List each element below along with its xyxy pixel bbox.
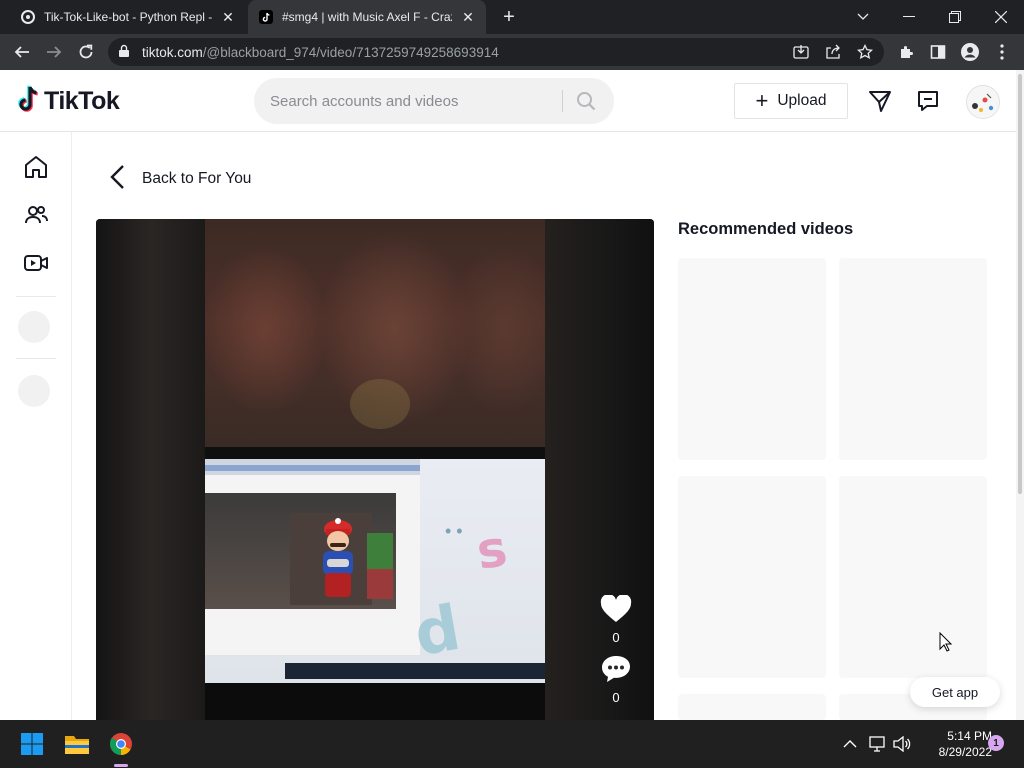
video-monitor-taskbar [285, 663, 545, 679]
video-dots-decoration: • • [445, 521, 463, 541]
sidebar-account-placeholder[interactable] [18, 375, 50, 407]
recommended-videos-title: Recommended videos [678, 220, 854, 238]
windows-start-icon[interactable] [16, 728, 48, 760]
video-letter-decoration: d [408, 590, 466, 671]
search-input[interactable] [270, 90, 550, 112]
clock-date: 8/29/2022 [938, 745, 992, 759]
windows-taskbar: 5:14 PM 8/29/2022 [0, 720, 1024, 768]
recommended-video-placeholder[interactable] [839, 258, 987, 460]
replit-favicon-icon [20, 9, 36, 25]
video-blur-left [96, 219, 205, 720]
messages-send-icon[interactable] [867, 88, 893, 114]
mario-figure-icon [323, 518, 353, 597]
notification-badge[interactable]: 1 [988, 735, 1004, 751]
heart-icon [600, 594, 632, 626]
left-sidebar [0, 132, 72, 720]
reload-icon[interactable] [74, 40, 98, 64]
avatar[interactable] [966, 85, 1000, 119]
home-icon[interactable] [22, 153, 50, 181]
video-inner-thumbnail [205, 493, 396, 609]
get-app-button[interactable]: Get app [910, 677, 1000, 707]
url-text: tiktok.com/@blackboard_974/video/7137259… [142, 45, 499, 60]
recommended-video-placeholder[interactable] [678, 258, 826, 460]
comment-bubble-icon [601, 655, 631, 686]
logo-wordmark: TikTok [44, 87, 120, 115]
forward-arrow-icon[interactable] [42, 40, 66, 64]
search-bar [254, 78, 614, 124]
kebab-menu-icon[interactable] [992, 42, 1012, 62]
file-explorer-icon[interactable] [61, 728, 93, 760]
mouse-pointer-icon [939, 631, 953, 657]
tab-close-icon[interactable]: ✕ [460, 9, 476, 25]
following-users-icon[interactable] [22, 201, 50, 229]
tab-title: Tik-Tok-Like-bot - Python Repl - [44, 10, 213, 24]
video-player[interactable]: • • s d [96, 219, 654, 720]
sidebar-divider [16, 296, 56, 297]
inbox-icon[interactable] [915, 88, 941, 114]
tab-search-chevron-icon[interactable] [840, 0, 886, 34]
video-green-block [367, 533, 393, 569]
browser-toolbar: tiktok.com/@blackboard_974/video/7137259… [0, 34, 1024, 70]
video-scene-reflection [350, 379, 410, 429]
browser-tab[interactable]: Tik-Tok-Like-bot - Python Repl - ✕ [10, 0, 246, 34]
tiktok-favicon-icon [258, 9, 274, 25]
extensions-puzzle-icon[interactable] [896, 42, 916, 62]
clock-time: 5:14 PM [947, 729, 992, 743]
tiktok-note-icon [16, 84, 42, 119]
video-browser-tabs [205, 465, 420, 471]
tab-close-icon[interactable]: ✕ [220, 9, 236, 25]
upload-label: Upload [777, 92, 827, 109]
sidebar-account-placeholder[interactable] [18, 311, 50, 343]
back-label: Back to For You [142, 170, 252, 187]
tiktok-logo[interactable]: TikTok [16, 84, 120, 119]
minimize-button[interactable] [886, 0, 932, 34]
address-bar[interactable]: tiktok.com/@blackboard_974/video/7137259… [108, 38, 884, 66]
search-divider [562, 90, 563, 112]
video-monitor-bezel [205, 447, 545, 459]
back-arrow-icon[interactable] [10, 40, 34, 64]
like-count: 0 [612, 630, 620, 645]
recommended-video-placeholder[interactable] [678, 694, 826, 720]
recommended-video-placeholder[interactable] [839, 476, 987, 678]
upload-button[interactable]: + Upload [734, 83, 848, 119]
share-icon[interactable] [824, 43, 842, 61]
profile-icon[interactable] [960, 42, 980, 62]
chevron-left-icon [108, 164, 128, 195]
active-app-indicator [114, 764, 128, 767]
video-letter-decoration: s [473, 519, 511, 581]
search-icon[interactable] [570, 88, 602, 114]
close-window-button[interactable] [978, 0, 1024, 34]
video-bottom-bezel [205, 683, 545, 720]
browser-tab-strip: Tik-Tok-Like-bot - Python Repl - ✕ #smg4… [0, 0, 1024, 34]
bookmark-star-icon[interactable] [856, 43, 874, 61]
restore-button[interactable] [932, 0, 978, 34]
tab-title: #smg4 | with Music Axel F - Craz [282, 10, 452, 24]
video-red-block [367, 569, 393, 599]
chrome-icon[interactable] [105, 728, 137, 760]
like-button[interactable]: 0 [596, 594, 636, 645]
browser-tab-active[interactable]: #smg4 | with Music Axel F - Craz ✕ [248, 0, 486, 34]
video-monitor-screen: • • s d [205, 459, 545, 683]
live-video-icon[interactable] [22, 249, 50, 277]
install-app-icon[interactable] [792, 43, 810, 61]
comment-button[interactable]: 0 [596, 655, 636, 705]
sidebar-divider [16, 358, 56, 359]
tiktok-header: TikTok + Upload [0, 70, 1016, 132]
new-tab-button[interactable]: + [498, 7, 520, 29]
recommended-video-placeholder[interactable] [678, 476, 826, 678]
back-to-for-you-link[interactable]: Back to For You [108, 164, 252, 195]
plus-icon: + [755, 88, 769, 113]
lock-icon[interactable] [118, 44, 130, 63]
scrollbar-thumb[interactable] [1018, 74, 1022, 494]
side-panel-icon[interactable] [928, 42, 948, 62]
comment-count: 0 [612, 690, 620, 705]
video-frame[interactable]: • • s d [205, 219, 545, 720]
system-clock[interactable]: 5:14 PM 8/29/2022 [920, 728, 992, 760]
volume-icon[interactable] [886, 728, 918, 760]
